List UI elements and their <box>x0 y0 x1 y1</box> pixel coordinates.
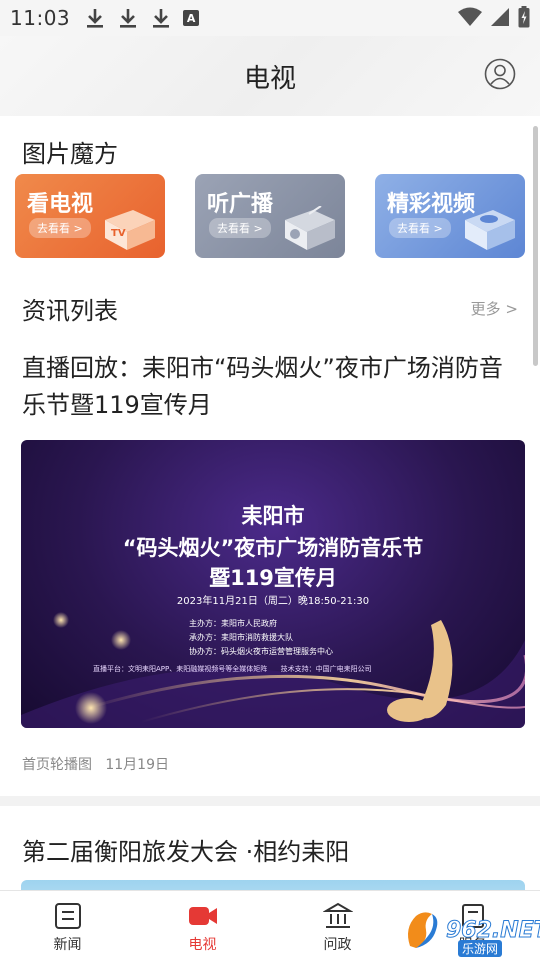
download-icon <box>87 9 104 28</box>
tab-label: 电视 <box>188 937 217 953</box>
cube-go-look: 去看看 > <box>209 218 271 238</box>
news-title: 第二届衡阳旅发大会 ·相约耒阳 <box>22 838 350 866</box>
news-cover-image: 耒阳市 “码头烟火”夜市广场消防音乐节 暨119宣传月 2023年11月21日（… <box>21 440 525 728</box>
poster-platform: 直播平台：文明耒阳APP、耒阳融媒视频号等全媒体矩阵 技术支持：中国广电耒阳公司 <box>93 665 372 673</box>
poster-date: 2023年11月21日（周二）晚18:50-21:30 <box>176 596 370 607</box>
news-title: 直播回放：耒阳市“码头烟火”夜市广场消防音乐节暨119宣传月 <box>22 354 503 419</box>
page-title: 电视 <box>243 64 296 94</box>
status-indicators <box>458 6 530 28</box>
news-date: 11月19日 <box>105 757 169 773</box>
tv-camera-icon <box>188 907 217 925</box>
cube-section-title: 图片魔方 <box>22 140 118 168</box>
wifi-icon <box>458 7 482 26</box>
cube-label: 听广播 <box>207 192 274 217</box>
tab-news[interactable]: 新闻 <box>0 891 135 960</box>
scrollbar[interactable] <box>533 126 538 366</box>
tab-label: 问政 <box>323 937 352 953</box>
app-header: 电视 <box>0 36 540 116</box>
tv-box-label: TV <box>111 228 126 239</box>
tv-box-icon: TV <box>105 210 155 250</box>
news-item[interactable]: 第二届衡阳旅发大会 ·相约耒阳 <box>0 806 540 890</box>
poster-org1: 主办方：耒阳市人民政府 <box>189 619 277 628</box>
content-scroll[interactable]: 图片魔方 看电视 去看看 > TV 听广播 去看看 > 精彩视频 去看看 > 资… <box>0 116 540 890</box>
news-source: 首页轮播图 <box>22 757 92 773</box>
user-profile-icon[interactable] <box>484 58 516 90</box>
cube-label: 看电视 <box>27 192 94 217</box>
watermark-sub: 乐游网 <box>458 940 503 957</box>
tab-label: 新闻 <box>53 937 82 953</box>
download-icon <box>153 9 170 28</box>
tab-tv[interactable]: 电视 <box>135 891 270 960</box>
news-cover-image <box>21 880 525 890</box>
cube-go-look: 去看看 > <box>389 218 451 238</box>
status-time: 11:03 <box>10 6 71 30</box>
cube-row: 看电视 去看看 > TV 听广播 去看看 > 精彩视频 去看看 > <box>0 174 540 258</box>
battery-icon <box>518 6 530 28</box>
news-list-header: 资讯列表 更多 > <box>0 258 540 344</box>
listen-radio-card[interactable]: 听广播 去看看 > <box>195 174 345 258</box>
site-watermark: 962.NET 乐游网 <box>402 906 540 957</box>
government-icon <box>322 902 353 928</box>
watermark-logo-icon <box>408 912 438 948</box>
signal-icon <box>491 8 509 26</box>
watch-tv-card[interactable]: 看电视 去看看 > TV <box>15 174 165 258</box>
status-bar: 11:03 A <box>0 0 540 36</box>
more-link[interactable]: 更多 > <box>471 298 518 319</box>
news-icon <box>54 903 81 929</box>
featured-video-card[interactable]: 精彩视频 去看看 > <box>375 174 525 258</box>
poster-line2: “码头烟火”夜市广场消防音乐节 <box>122 536 424 560</box>
radio-box-icon <box>285 206 335 250</box>
video-box-icon <box>465 210 515 250</box>
cube-go-look: 去看看 > <box>29 218 91 238</box>
poster-org2: 承办方：耒阳市消防救援大队 <box>189 633 293 642</box>
news-list-title: 资讯列表 <box>22 296 118 325</box>
cube-section: 图片魔方 看电视 去看看 > TV 听广播 去看看 > 精彩视频 去看看 > 资… <box>0 116 540 796</box>
news-item[interactable]: 直播回放：耒阳市“码头烟火”夜市广场消防音乐节暨119宣传月 耒阳市 “码头烟火… <box>0 344 540 796</box>
poster-org3: 协办方：码头烟火夜市运营管理服务中心 <box>189 647 333 656</box>
poster-line1: 耒阳市 <box>241 504 305 528</box>
notification-a-icon: A <box>183 10 200 26</box>
news-meta: 首页轮播图 11月19日 <box>22 728 525 796</box>
tab-government[interactable]: 问政 <box>270 891 405 960</box>
download-icon <box>120 9 137 28</box>
divider <box>0 796 540 806</box>
poster-line3: 暨119宣传月 <box>209 566 337 590</box>
